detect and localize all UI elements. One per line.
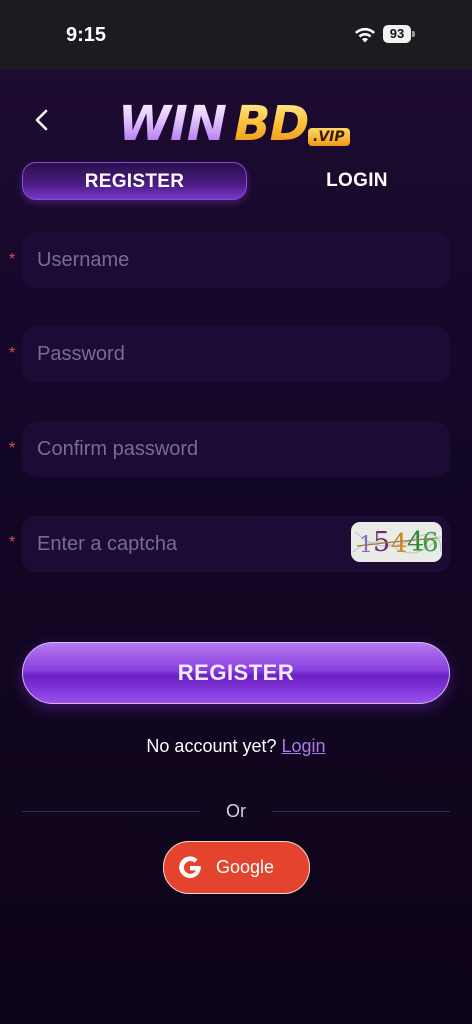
- logo-text-bd: BD: [234, 96, 309, 152]
- status-bar: 9:15 93: [0, 0, 472, 70]
- required-marker-confirm: *: [9, 440, 16, 457]
- login-link[interactable]: Login: [282, 736, 326, 756]
- confirm-password-input[interactable]: [37, 421, 357, 477]
- svg-text:4: 4: [391, 529, 408, 559]
- captcha-image[interactable]: 1 5 4 4 6: [351, 522, 442, 562]
- username-input[interactable]: [37, 232, 357, 288]
- back-chevron-icon[interactable]: [28, 104, 56, 136]
- no-account-line: No account yet? Login: [0, 736, 472, 757]
- google-label: Google: [216, 857, 275, 877]
- logo-text-win: WIN: [118, 96, 227, 152]
- wifi-icon: [355, 27, 375, 43]
- status-time: 9:15: [66, 24, 107, 46]
- username-field: [22, 232, 450, 288]
- battery-indicator: 93: [383, 25, 411, 43]
- register-button[interactable]: REGISTER: [22, 642, 450, 704]
- password-input[interactable]: [37, 326, 357, 382]
- google-signin-button[interactable]: Google: [163, 841, 310, 894]
- no-account-text: No account yet?: [146, 736, 277, 756]
- winbd-logo: WIN BD .VIP: [118, 94, 358, 154]
- or-separator: Or: [226, 801, 246, 821]
- required-marker-captcha: *: [9, 534, 16, 551]
- tab-login[interactable]: LOGIN: [247, 162, 467, 200]
- confirm-password-field: [22, 421, 450, 477]
- google-icon: [179, 856, 201, 879]
- tab-register[interactable]: REGISTER: [22, 162, 247, 200]
- required-marker-username: *: [9, 251, 16, 268]
- logo-vip-badge: .VIP: [308, 128, 350, 146]
- captcha-input[interactable]: [37, 516, 357, 572]
- svg-text:6: 6: [422, 528, 439, 558]
- password-field: [22, 326, 450, 382]
- required-marker-password: *: [9, 345, 16, 362]
- battery-tip: [412, 31, 415, 37]
- captcha-graphic: 1 5 4 4 6: [352, 527, 442, 559]
